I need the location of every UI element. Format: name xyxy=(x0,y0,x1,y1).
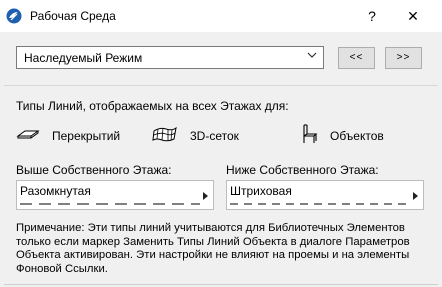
chair-icon xyxy=(303,124,318,143)
meshes-option[interactable]: 3D-сеток xyxy=(152,123,262,145)
slab-icon xyxy=(16,130,40,139)
chevron-down-icon xyxy=(307,52,317,58)
arrow-right-icon xyxy=(413,192,418,200)
next-mode-button[interactable]: >> xyxy=(385,47,422,69)
close-button[interactable]: ✕ xyxy=(402,5,424,27)
below-line-type-picker[interactable]: Штриховая xyxy=(226,180,424,210)
above-story-label: Выше Собственного Этажа: xyxy=(16,163,172,177)
above-line-type-value: Разомкнутая xyxy=(20,184,91,198)
help-button[interactable]: ? xyxy=(362,5,382,27)
previous-mode-button[interactable]: << xyxy=(338,47,375,69)
line-pattern-preview xyxy=(20,203,200,205)
meshes-label: 3D-сеток xyxy=(190,129,239,143)
objects-option[interactable]: Объектов xyxy=(300,123,400,145)
slabs-label: Перекрытий xyxy=(52,129,121,143)
dialog-content: Наследуемый Режим << >> Типы Линий, отоб… xyxy=(0,32,442,287)
line-pattern-preview xyxy=(230,203,410,205)
objects-label: Объектов xyxy=(330,129,384,143)
below-line-type-value: Штриховая xyxy=(230,184,292,198)
divider xyxy=(4,85,438,86)
mesh-icon xyxy=(152,126,177,142)
arrow-right-icon xyxy=(203,192,208,200)
title-bar: Рабочая Среда ? ✕ xyxy=(0,0,442,32)
slabs-option[interactable]: Перекрытий xyxy=(16,123,136,145)
divider xyxy=(4,284,438,285)
mode-dropdown-value: Наследуемый Режим xyxy=(24,51,143,65)
mode-dropdown[interactable]: Наследуемый Режим xyxy=(16,46,324,69)
window-title: Рабочая Среда xyxy=(30,9,116,23)
archicad-app-icon xyxy=(6,8,22,24)
above-line-type-picker[interactable]: Разомкнутая xyxy=(16,180,214,210)
line-types-heading: Типы Линий, отображаемых на всех Этажах … xyxy=(16,99,289,113)
below-story-label: Ниже Собственного Этажа: xyxy=(226,163,379,177)
note-text: Примечание: Эти типы линий учитываются д… xyxy=(16,222,410,275)
